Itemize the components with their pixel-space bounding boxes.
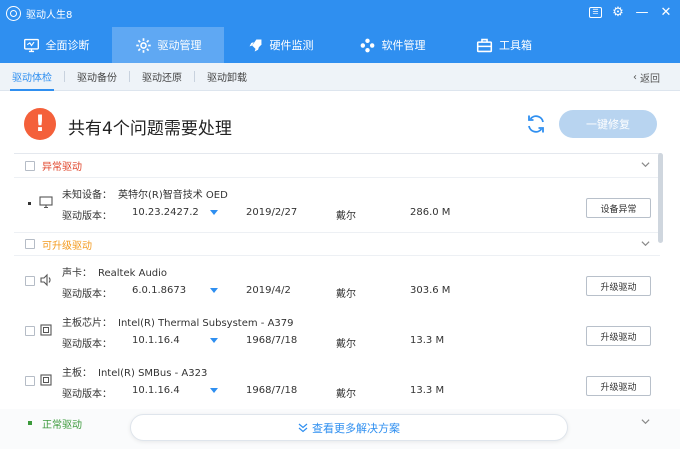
back-label: 返回	[640, 73, 660, 85]
speaker-icon	[40, 273, 51, 287]
app-logo-icon	[6, 6, 21, 21]
version-label: 驱动版本：	[62, 389, 112, 400]
monitor-icon	[23, 38, 39, 52]
row-checkbox[interactable]	[25, 326, 35, 336]
nav-label: 工具箱	[499, 39, 532, 52]
version-label: 驱动版本：	[62, 339, 112, 350]
toolbox-icon	[476, 38, 493, 52]
monitor-icon	[39, 196, 53, 209]
upgrade-driver-button[interactable]: 升级驱动	[586, 276, 651, 296]
driver-list: 异常驱动 未知设备： 英特尔(R)智音技术 OED 驱动版本： 10.23.242…	[14, 153, 660, 409]
driver-vendor: 戴尔	[336, 211, 356, 222]
close-icon[interactable]: ✕	[658, 4, 674, 20]
nav-label: 硬件监测	[269, 39, 314, 52]
tab-driver-uninstall[interactable]: 驱动卸载	[195, 63, 259, 91]
driver-row: 未知设备： 英特尔(R)智音技术 OED 驱动版本： 10.23.2427.2 2…	[14, 178, 660, 228]
device-name: 主板： Intel(R) SMBus - A323	[62, 368, 208, 379]
one-click-fix-button[interactable]: 一键修复	[559, 110, 657, 138]
section-label: 异常驱动	[42, 162, 82, 173]
row-checkbox[interactable]	[25, 376, 35, 386]
device-error-button[interactable]: 设备异常	[586, 198, 651, 218]
gear-icon	[135, 37, 151, 53]
minimize-icon[interactable]: —	[634, 4, 650, 20]
section-checkbox[interactable]	[25, 160, 35, 171]
nav-label: 全面诊断	[45, 39, 90, 52]
main-nav: 全面诊断 驱动管理 硬件监测 软件管理 工具箱	[0, 27, 680, 63]
upgrade-driver-button[interactable]: 升级驱动	[586, 376, 651, 396]
driver-size: 13.3 M	[410, 335, 445, 346]
scrollbar[interactable]	[658, 153, 663, 243]
chevron-down-icon[interactable]	[641, 239, 650, 248]
nav-label: 软件管理	[381, 39, 426, 52]
device-name: 未知设备： 英特尔(R)智音技术 OED	[62, 190, 228, 201]
driver-row: 主板： Intel(R) SMBus - A323 驱动版本： 10.1.16.4…	[14, 356, 660, 406]
summary-text: 共有4个问题需要处理	[68, 119, 232, 139]
section-abnormal-drivers[interactable]: 异常驱动	[14, 154, 660, 178]
driver-vendor: 戴尔	[336, 339, 356, 350]
driver-vendor: 戴尔	[336, 289, 356, 300]
tab-driver-backup[interactable]: 驱动备份	[65, 63, 129, 91]
version-dropdown-icon[interactable]	[210, 288, 218, 293]
driver-row: 主板芯片： Intel(R) Thermal Subsystem - A379 驱…	[14, 306, 660, 356]
nav-item-driver-management[interactable]: 驱动管理	[112, 27, 224, 63]
version-dropdown-icon[interactable]	[210, 388, 218, 393]
upgrade-driver-button[interactable]: 升级驱动	[586, 326, 651, 346]
bullet	[28, 202, 31, 205]
chevron-down-icon[interactable]	[641, 160, 650, 169]
driver-vendor: 戴尔	[336, 389, 356, 400]
chevron-down-icon[interactable]	[641, 417, 650, 426]
view-more-solutions-button[interactable]: 查看更多解决方案	[130, 414, 568, 441]
version-dropdown-icon[interactable]	[210, 210, 218, 215]
chip-icon	[40, 324, 52, 336]
driver-date: 2019/2/27	[246, 207, 298, 218]
double-chevron-down-icon	[298, 423, 308, 432]
title-bar: 驱动人生8 ☰ ⚙ — ✕	[0, 0, 680, 27]
nav-item-software-management[interactable]: 软件管理	[336, 27, 448, 63]
version-dropdown-icon[interactable]	[210, 338, 218, 343]
nav-item-toolbox[interactable]: 工具箱	[448, 27, 560, 63]
driver-date: 1968/7/18	[246, 385, 298, 396]
driver-version: 10.23.2427.2	[132, 207, 199, 218]
section-label: 正常驱动	[42, 419, 82, 431]
driver-size: 13.3 M	[410, 385, 445, 396]
scan-summary: ! 共有4个问题需要处理 一键修复	[0, 91, 680, 153]
driver-size: 303.6 M	[410, 285, 451, 296]
refresh-icon[interactable]	[525, 113, 547, 135]
section-upgradable-drivers[interactable]: 可升级驱动	[14, 232, 660, 256]
nav-label: 驱动管理	[157, 39, 202, 52]
nav-item-diagnosis[interactable]: 全面诊断	[0, 27, 112, 63]
device-name: 声卡： Realtek Audio	[62, 268, 168, 279]
driver-date: 2019/4/2	[246, 285, 291, 296]
warning-icon: !	[24, 108, 56, 140]
back-button[interactable]: ‹ 返回	[633, 63, 660, 91]
chevron-left-icon: ‹	[633, 71, 637, 83]
view-more-label: 查看更多解决方案	[312, 421, 400, 435]
driver-row: 声卡： Realtek Audio 驱动版本： 6.0.1.8673 2019/4…	[14, 256, 660, 306]
bullet	[28, 421, 32, 425]
tab-driver-restore[interactable]: 驱动还原	[130, 63, 194, 91]
section-checkbox[interactable]	[25, 239, 35, 249]
message-icon[interactable]: ☰	[589, 6, 602, 18]
apps-icon	[360, 38, 374, 52]
tab-driver-check[interactable]: 驱动体检	[0, 63, 64, 91]
driver-size: 286.0 M	[410, 207, 451, 218]
driver-version: 6.0.1.8673	[132, 285, 187, 296]
chip-icon	[40, 374, 52, 386]
version-label: 驱动版本：	[62, 289, 112, 300]
row-checkbox[interactable]	[25, 276, 35, 286]
app-title: 驱动人生8	[26, 10, 73, 21]
rocket-icon	[249, 39, 261, 51]
settings-gear-icon[interactable]: ⚙	[610, 4, 626, 20]
driver-version: 10.1.16.4	[132, 385, 180, 396]
driver-date: 1968/7/18	[246, 335, 298, 346]
driver-version: 10.1.16.4	[132, 335, 180, 346]
section-label: 可升级驱动	[42, 240, 92, 252]
version-label: 驱动版本：	[62, 211, 112, 222]
nav-item-hardware-monitor[interactable]: 硬件监测	[224, 27, 336, 63]
device-name: 主板芯片： Intel(R) Thermal Subsystem - A379	[62, 318, 294, 329]
sub-tabs: 驱动体检 驱动备份 驱动还原 驱动卸载 ‹ 返回	[0, 63, 680, 91]
